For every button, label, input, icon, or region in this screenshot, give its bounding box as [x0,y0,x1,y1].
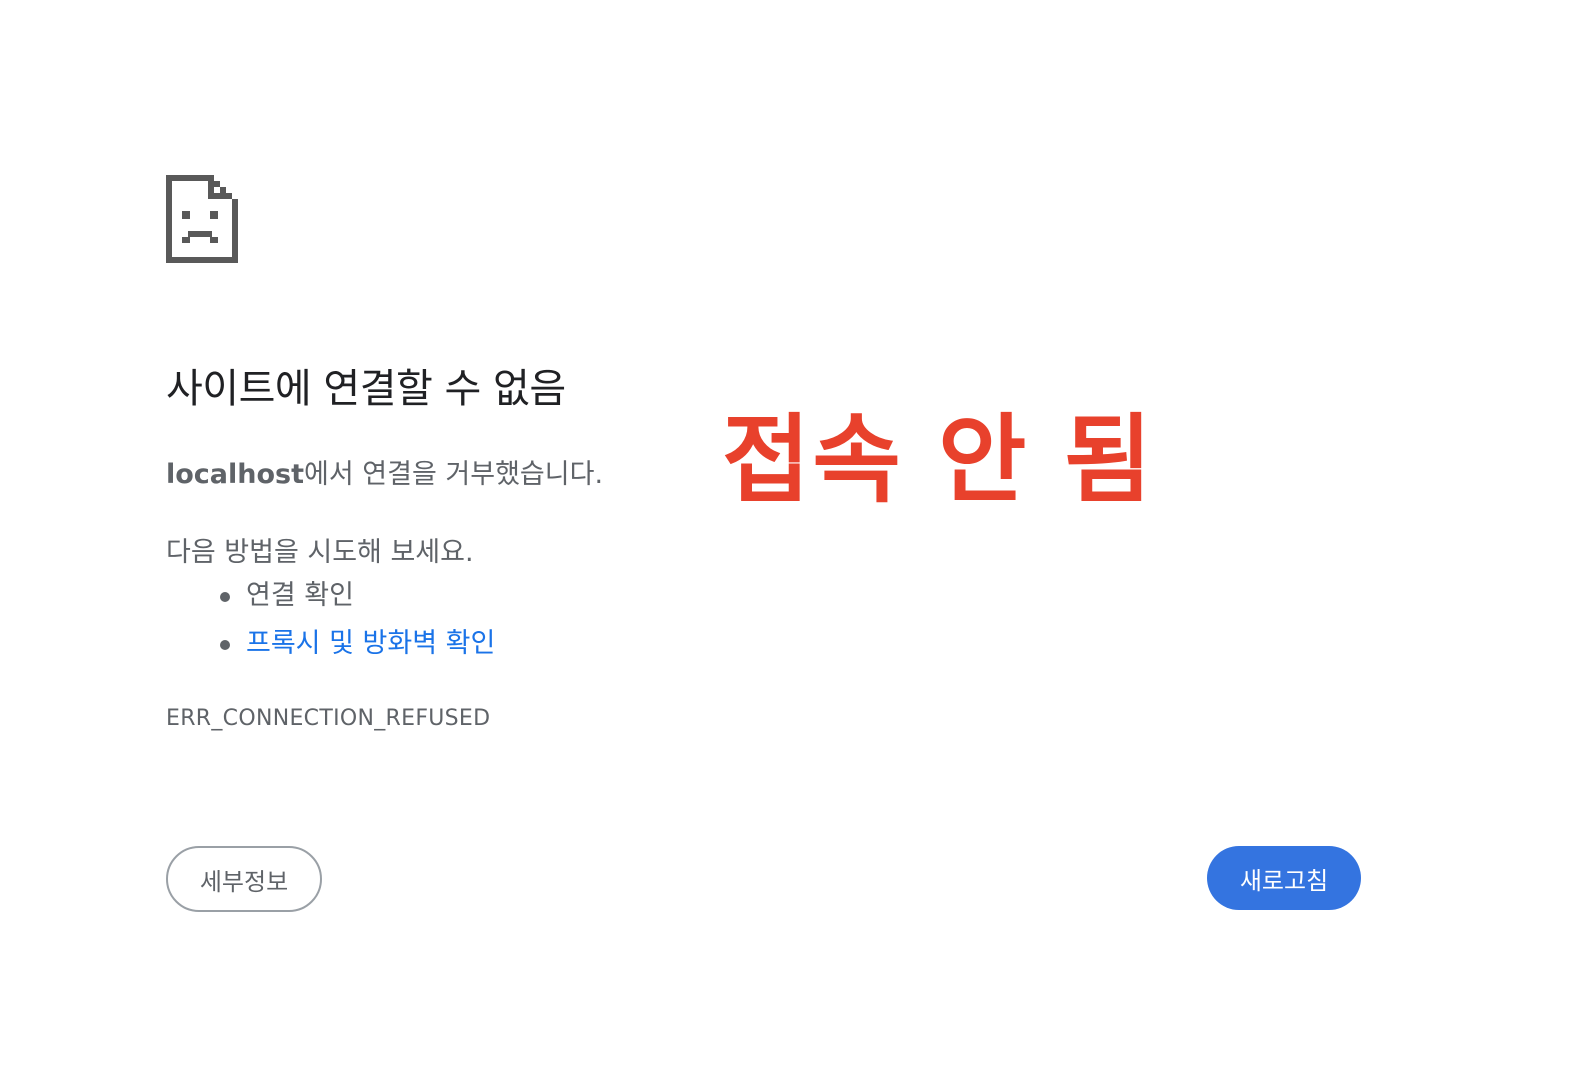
details-button[interactable]: 세부정보 [166,846,322,912]
error-detail: localhost에서 연결을 거부했습니다. [166,452,603,491]
bullet-icon [220,592,230,602]
suggestion-item-check-proxy: 프록시 및 방화벽 확인 [166,620,495,668]
check-proxy-firewall-link[interactable]: 프록시 및 방화벽 확인 [246,628,495,659]
error-code: ERR_CONNECTION_REFUSED [166,706,491,731]
bullet-icon [220,640,230,650]
suggestions-heading: 다음 방법을 시도해 보세요. [166,537,474,568]
error-detail-text: 에서 연결을 거부했습니다. [304,459,604,490]
annotation-text: 접속 안 됨 [722,404,1155,516]
sad-page-icon [166,175,238,263]
host-name: localhost [166,459,305,490]
reload-button[interactable]: 새로고침 [1207,846,1361,910]
suggestion-item-check-connection: 연결 확인 [166,572,495,620]
suggestion-label: 연결 확인 [246,580,354,611]
suggestions-list: 연결 확인 프록시 및 방화벽 확인 [166,572,495,668]
error-title: 사이트에 연결할 수 없음 [166,366,566,412]
